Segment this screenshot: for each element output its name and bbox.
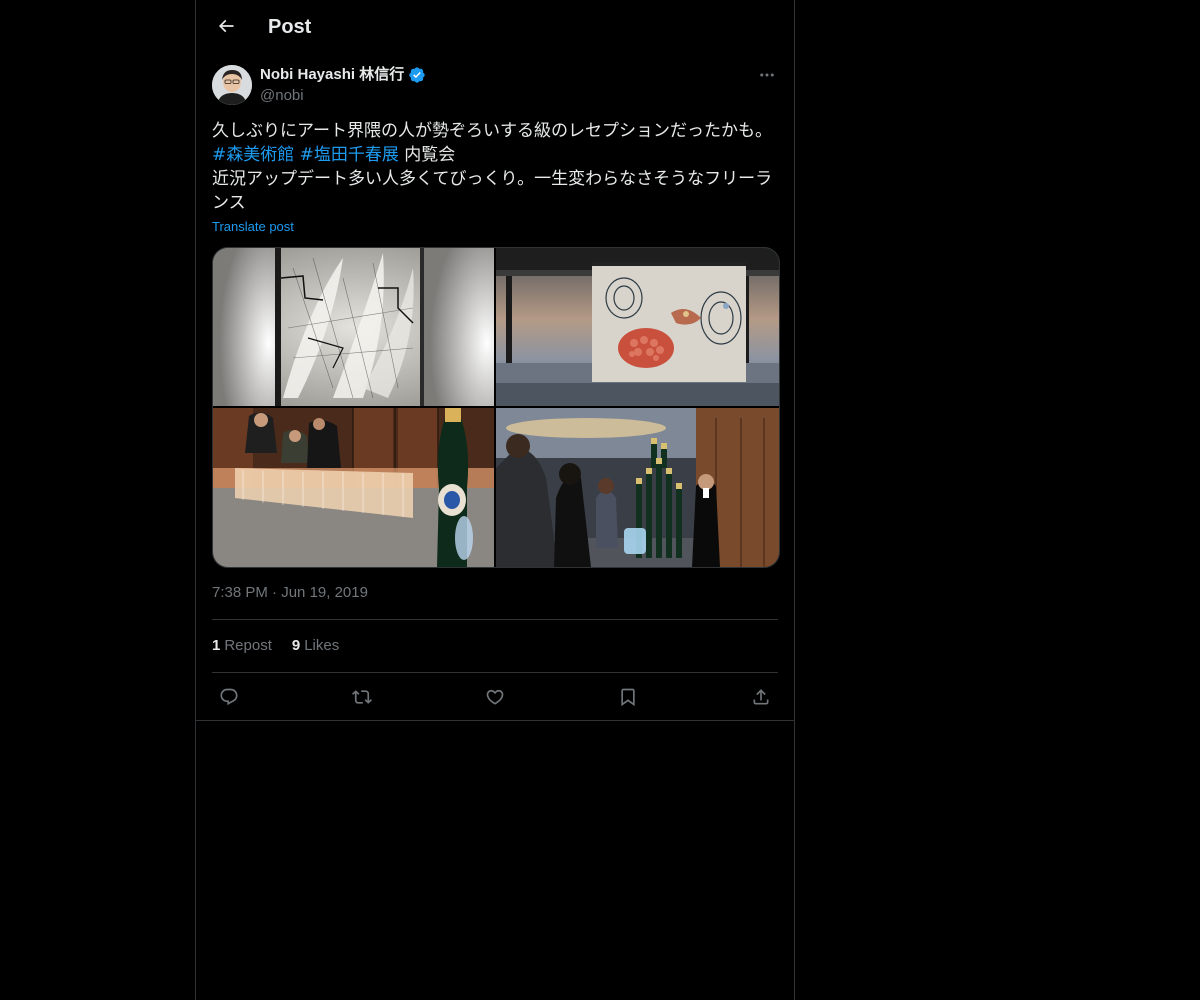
reposts-label: Repost [224,637,272,654]
back-button[interactable] [208,8,244,44]
post-line-1: 久しぶりにアート界隈の人が勢ぞろいする級のレセプションだったかも。 [212,121,772,141]
likes-count: 9 [291,637,301,654]
more-horizontal-icon [760,73,774,77]
photo-2[interactable] [496,248,779,406]
engagement-stats: 1 Repost 9 Likes [212,636,359,656]
reply-button[interactable] [212,680,246,714]
hashtag-mori-art-museum[interactable]: #森美術館 [212,145,294,165]
timestamp-separator: · [272,584,278,601]
share-icon [753,689,769,705]
photo-1-image [213,248,494,406]
page-title: Post [268,16,312,38]
bookmark-button[interactable] [611,680,645,714]
post-text: 久しぶりにアート界隈の人が勢ぞろいする級のレセプションだったかも。 #森美術館 … [212,119,778,215]
divider-bottom [212,672,778,673]
reposts-count: 1 [212,637,221,654]
hashtag-shiota-chiharu[interactable]: #塩田千春展 [300,145,399,165]
author-name-row[interactable]: Nobi Hayashi 林信行 [260,65,426,85]
more-options-button[interactable] [752,62,782,88]
author-name[interactable]: Nobi Hayashi 林信行 [260,65,404,85]
verified-badge-icon [409,67,425,83]
likes-label: Likes [304,637,340,654]
action-bar [212,680,778,714]
arrow-left-icon [218,19,234,33]
bookmark-icon [621,688,635,707]
likes-stat[interactable]: 9 Likes [292,636,339,656]
like-icon [486,689,504,705]
repost-button[interactable] [345,680,379,714]
top-bar: Post [196,0,794,54]
post-line-2: #森美術館 #塩田千春展 内覧会 [212,143,778,167]
author-handle[interactable]: @nobi [260,86,304,106]
post-column: Post Nobi Hayashi 林信行 @nobi 久しぶりにアート界隈の人… [195,0,795,1000]
post-time[interactable]: 7:38 PM [212,584,268,601]
post-line-2-tail: 内覧会 [398,145,456,165]
post-line-3: 近況アップデート多い人多くてびっくり。一生変わらなさそうなフリーランス [212,169,773,213]
post-date[interactable]: Jun 19, 2019 [281,584,368,601]
like-button[interactable] [478,680,512,714]
reply-icon [220,688,238,706]
post-timestamp[interactable]: 7:38 PM · Jun 19, 2019 [212,583,368,603]
photo-4[interactable] [496,408,779,567]
photo-3-image [213,408,494,567]
share-button[interactable] [744,680,778,714]
photo-2-image [496,248,779,406]
photo-4-image [496,408,779,567]
media-grid [212,247,780,568]
post-bottom-border [196,720,794,721]
reposts-stat[interactable]: 1 Repost [212,636,272,656]
photo-1[interactable] [213,248,494,406]
divider-top [212,619,778,620]
translate-post-link[interactable]: Translate post [212,218,294,236]
repost-icon [352,690,372,704]
avatar[interactable] [212,65,252,105]
photo-3[interactable] [213,408,494,567]
avatar-image [212,65,252,105]
